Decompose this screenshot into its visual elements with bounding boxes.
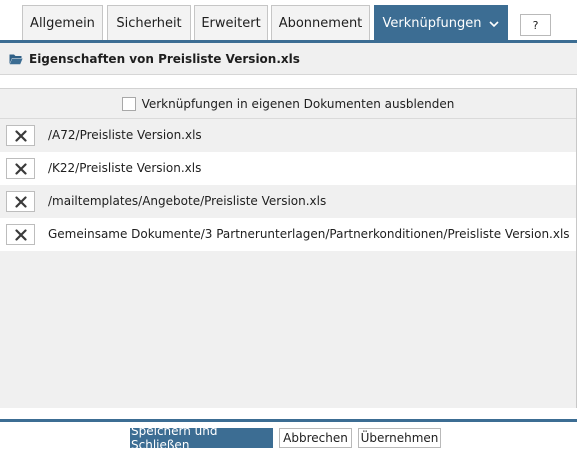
dialog-title: Eigenschaften von Preisliste Version.xls	[29, 51, 300, 66]
link-path[interactable]: /K22/Preisliste Version.xls	[48, 161, 201, 175]
tab-label: Sicherheit	[116, 16, 182, 31]
tab-allgemein[interactable]: Allgemein	[22, 5, 103, 41]
help-label: ?	[532, 18, 539, 32]
cancel-button[interactable]: Abbrechen	[279, 428, 352, 448]
close-icon	[14, 129, 27, 142]
tab-label: Abonnement	[278, 16, 363, 31]
tab-verknuepfungen[interactable]: Verknüpfungen	[374, 5, 508, 41]
link-row: /mailtemplates/Angebote/Preisliste Versi…	[0, 185, 576, 218]
link-row: Gemeinsame Dokumente/3 Partnerunterlagen…	[0, 218, 576, 251]
hide-links-checkbox[interactable]	[121, 96, 136, 111]
hide-links-label[interactable]: Verknüpfungen in eigenen Dokumenten ausb…	[142, 97, 455, 111]
help-button[interactable]: ?	[520, 14, 551, 36]
hide-option-row: Verknüpfungen in eigenen Dokumenten ausb…	[0, 89, 576, 119]
tab-bar: Allgemein Sicherheit Erweitert Abonnemen…	[0, 0, 577, 41]
link-row: /K22/Preisliste Version.xls	[0, 152, 576, 185]
tab-label: Verknüpfungen	[382, 16, 482, 31]
tab-sicherheit[interactable]: Sicherheit	[107, 5, 191, 41]
link-path[interactable]: /A72/Preisliste Version.xls	[48, 128, 202, 142]
delete-link-button[interactable]	[6, 158, 35, 179]
delete-link-button[interactable]	[6, 125, 35, 146]
dialog-footer: Speichern und Schließen Abbrechen Überne…	[0, 422, 577, 452]
link-path[interactable]: /mailtemplates/Angebote/Preisliste Versi…	[48, 194, 326, 208]
tab-erweitert[interactable]: Erweitert	[194, 5, 268, 41]
delete-link-button[interactable]	[6, 191, 35, 212]
delete-link-button[interactable]	[6, 224, 35, 245]
tab-abonnement[interactable]: Abonnement	[271, 5, 370, 41]
tab-label: Erweitert	[201, 16, 261, 31]
close-icon	[14, 228, 27, 241]
chevron-down-icon	[488, 20, 499, 27]
close-icon	[14, 195, 27, 208]
link-row: /A72/Preisliste Version.xls	[0, 119, 576, 152]
folder-open-icon	[9, 54, 23, 64]
tab-label: Allgemein	[30, 16, 95, 31]
close-icon	[14, 162, 27, 175]
apply-button[interactable]: Übernehmen	[358, 428, 441, 448]
save-and-close-button[interactable]: Speichern und Schließen	[130, 424, 273, 452]
spacer	[0, 75, 577, 88]
links-panel: Verknüpfungen in eigenen Dokumenten ausb…	[0, 88, 577, 408]
dialog-header: Eigenschaften von Preisliste Version.xls	[0, 43, 577, 75]
link-path[interactable]: Gemeinsame Dokumente/3 Partnerunterlagen…	[48, 227, 570, 241]
